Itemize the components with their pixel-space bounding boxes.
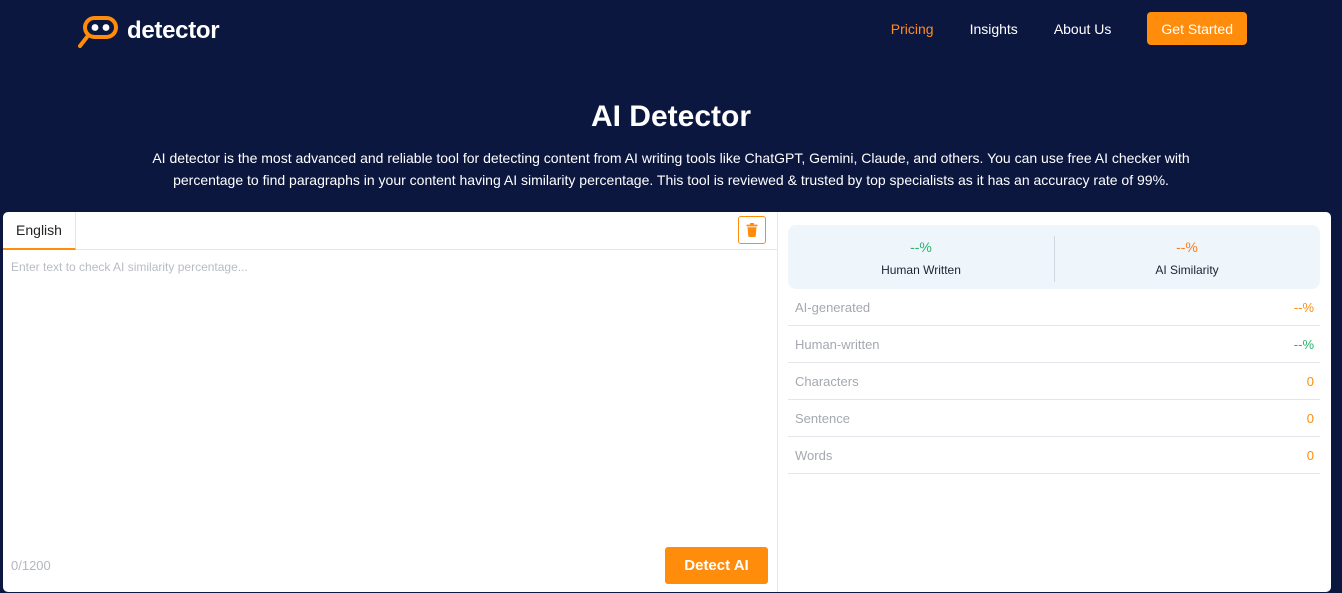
get-started-button[interactable]: Get Started [1147, 12, 1247, 45]
results-panel: --% Human Written --% AI Similarity AI-g… [778, 212, 1331, 592]
tab-english[interactable]: English [3, 212, 76, 250]
trash-icon [746, 223, 758, 237]
text-input[interactable] [3, 251, 777, 541]
stat-value: 0 [1306, 447, 1314, 463]
stat-row-sentence: Sentence 0 [788, 400, 1320, 437]
page-description: AI detector is the most advanced and rel… [152, 150, 1190, 188]
clear-text-button[interactable] [738, 216, 766, 244]
detector-card: English 0/1200 Detect AI --% Human Writt… [3, 212, 1331, 592]
page-title: AI Detector [590, 100, 752, 133]
summary-human-written: --% Human Written [788, 238, 1054, 277]
ai-similarity-label: AI Similarity [1155, 262, 1219, 277]
nav-link-insights[interactable]: Insights [970, 21, 1018, 37]
stat-value: 0 [1306, 373, 1314, 389]
logo-magnifier-icon [78, 16, 118, 48]
page: detector Pricing Insights About Us Get S… [0, 0, 1342, 593]
human-written-label: Human Written [881, 262, 961, 277]
logo-text: detector [127, 17, 220, 44]
stat-label: Sentence [795, 410, 850, 426]
stat-label: Characters [795, 373, 859, 389]
character-counter: 0/1200 [11, 558, 51, 573]
stat-row-words: Words 0 [788, 437, 1320, 474]
stat-label: Words [795, 447, 833, 463]
stat-value: --% [1293, 336, 1314, 352]
results-summary: --% Human Written --% AI Similarity [788, 225, 1320, 289]
stat-label: Human-written [795, 336, 880, 352]
stat-value: 0 [1306, 410, 1314, 426]
stats-list: AI-generated --% Human-written --% Chara… [788, 289, 1320, 474]
human-written-percent: --% [910, 238, 932, 255]
detect-ai-button[interactable]: Detect AI [665, 547, 768, 584]
logo[interactable]: detector [78, 13, 220, 49]
stat-row-ai-generated: AI-generated --% [788, 289, 1320, 326]
nav-link-about-us[interactable]: About Us [1054, 21, 1112, 37]
main-nav: Pricing Insights About Us Get Started [891, 12, 1247, 45]
stat-row-human-written: Human-written --% [788, 326, 1320, 363]
stat-value: --% [1293, 299, 1314, 315]
stat-row-characters: Characters 0 [788, 363, 1320, 400]
nav-link-pricing[interactable]: Pricing [891, 21, 934, 37]
input-panel: English 0/1200 Detect AI [3, 212, 778, 592]
language-tabbar: English [3, 212, 777, 250]
site-header: detector Pricing Insights About Us Get S… [0, 0, 1342, 60]
summary-ai-similarity: --% AI Similarity [1054, 235, 1320, 282]
stat-label: AI-generated [795, 299, 871, 315]
ai-similarity-percent: --% [1176, 238, 1198, 255]
